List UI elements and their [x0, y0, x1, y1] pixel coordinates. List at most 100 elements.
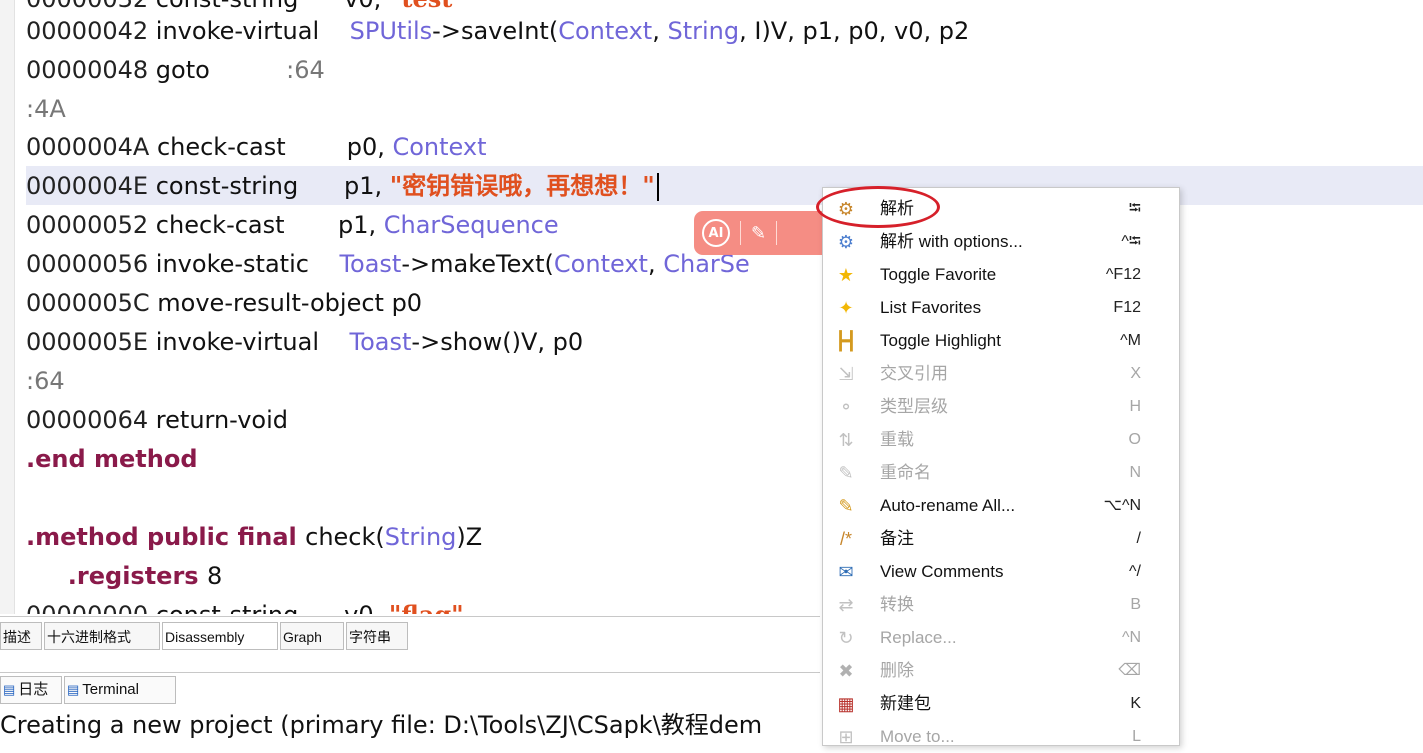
tab-label: Terminal: [82, 681, 139, 698]
favorites-list-icon: ✦: [838, 297, 854, 318]
code-token: move-result-object: [157, 289, 392, 317]
code-token: invoke-virtual: [155, 17, 350, 45]
menu-toggle-highlight[interactable]: ┣┫ Toggle Highlight ^M: [823, 324, 1179, 357]
code-token: String: [667, 17, 740, 45]
tab-strings[interactable]: 字符串: [346, 622, 408, 650]
tab-hex[interactable]: 十六进制格式: [44, 622, 160, 650]
code-token: 00000000: [26, 601, 156, 614]
code-line[interactable]: .method public final check(String)Z: [26, 518, 482, 556]
star-icon: ★: [837, 264, 855, 285]
code-token: , I)V, p1, p0, v0, p2: [739, 17, 970, 45]
code-token: check-cast: [156, 133, 347, 161]
menu-item-shortcut: /: [1136, 530, 1141, 547]
code-token: p0: [391, 289, 423, 317]
code-line[interactable]: 00000000 const-string v0, "flag": [26, 596, 464, 614]
menu-item-shortcut: F12: [1113, 299, 1141, 316]
xref-icon: ⇲: [838, 363, 854, 384]
code-line[interactable]: 00000048 goto :64: [26, 51, 325, 89]
code-line[interactable]: 00000042 invoke-virtual SPUtils->saveInt…: [26, 12, 969, 50]
tab-terminal[interactable]: ▤ Terminal: [64, 676, 176, 704]
menu-parse-options[interactable]: ⚙ 解析 with options... ^⭾: [823, 225, 1179, 258]
menu-overload: ⇅ 重载 O: [823, 423, 1179, 456]
menu-item-label: 新建包: [880, 694, 931, 713]
menu-item-label: List Favorites: [880, 298, 982, 317]
code-line[interactable]: 0000004E const-string p1, "密钥错误哦，再想想！": [26, 167, 659, 205]
menu-item-label: Move to...: [880, 727, 955, 746]
code-token: 0000005C: [26, 289, 158, 317]
menu-move-to: ⊞ Move to... L: [823, 720, 1179, 753]
code-token: ->makeText(: [401, 250, 554, 278]
menu-item-shortcut: ^N: [1121, 629, 1141, 646]
menu-item-label: Replace...: [880, 628, 957, 647]
code-token: 8: [206, 562, 223, 590]
parse-options-icon: ⚙: [837, 231, 855, 252]
tab-log[interactable]: ▤ 日志: [0, 676, 62, 704]
code-token: goto: [155, 56, 287, 84]
code-line[interactable]: :64: [26, 362, 65, 400]
menu-list-favorites[interactable]: ✦ List Favorites F12: [823, 291, 1179, 324]
hierarchy-icon: ⚬: [838, 396, 854, 417]
code-token: 00000052: [26, 211, 156, 239]
text-caret: [656, 173, 659, 201]
menu-rename: ✎ 重命名 N: [823, 456, 1179, 489]
code-line[interactable]: 00000064 return-void: [26, 401, 288, 439]
menu-item-shortcut: ⌥^N: [1103, 497, 1142, 514]
menu-auto-rename[interactable]: ✎ Auto-rename All... ⌥^N: [823, 489, 1179, 522]
menu-item-label: View Comments: [880, 562, 1004, 581]
code-line[interactable]: 0000004A check-cast p0, Context: [26, 128, 487, 166]
magic-wand-button[interactable]: ✎: [751, 218, 766, 248]
code-token: ->saveInt(: [432, 17, 559, 45]
code-token: p0,: [346, 133, 393, 161]
menu-item-label: 类型层级: [880, 397, 948, 416]
console-tabs: ▤ 日志 ▤ Terminal: [0, 672, 820, 707]
menu-item-label: Toggle Highlight: [880, 331, 1001, 350]
menu-item-shortcut: ^M: [1120, 332, 1141, 349]
comment-icon: /*: [839, 528, 852, 549]
annotation-circle: [816, 186, 940, 228]
clipboard-icon: ✉: [838, 561, 854, 582]
menu-item-shortcut: ^⭾: [1121, 233, 1141, 250]
code-line[interactable]: .registers 8: [26, 557, 222, 595]
menu-item-label: 转换: [880, 595, 914, 614]
code-line[interactable]: .end method: [26, 440, 198, 478]
pencil-icon: ✎: [838, 462, 854, 483]
code-token: 0000004A: [26, 133, 157, 161]
context-menu: ⚙ 解析 ⭾ ⚙ 解析 with options... ^⭾ ★ Toggle Favorit…: [822, 187, 1180, 747]
code-line[interactable]: :4A: [26, 90, 66, 128]
tab-label: 日志: [18, 681, 49, 698]
code-token: .method public final: [26, 523, 306, 551]
menu-comment[interactable]: /* 备注 /: [823, 522, 1179, 555]
code-line[interactable]: 0000005E invoke-virtual Toast->show()V, …: [26, 323, 583, 361]
pencil-icon: ✎: [838, 495, 854, 516]
menu-item-shortcut: ⭾: [1128, 200, 1141, 217]
menu-new-package[interactable]: ▦ 新建包 K: [823, 687, 1179, 720]
menu-view-comments[interactable]: ✉ View Comments ^/: [823, 555, 1179, 588]
menu-convert: ⇄ 转换 B: [823, 588, 1179, 621]
menu-item-shortcut: H: [1129, 398, 1141, 415]
code-token: "密钥错误哦，再想想！": [389, 171, 655, 200]
code-token: :4A: [26, 95, 66, 123]
code-token: Context: [553, 250, 648, 278]
tab-description[interactable]: 描述: [0, 622, 42, 650]
menu-item-label: Toggle Favorite: [880, 265, 997, 284]
overload-icon: ⇅: [838, 429, 854, 450]
menu-item-label: 交叉引用: [880, 364, 948, 383]
toolbar-divider: [740, 221, 741, 245]
code-token: 00000064: [26, 406, 156, 434]
code-editor[interactable]: 00000032 const-string v0, "test"00000042…: [0, 0, 1423, 614]
code-token: v0,: [344, 601, 389, 614]
code-line[interactable]: 00000056 invoke-static Toast->makeText(C…: [26, 245, 750, 283]
highlight-icon: ┣┫: [835, 330, 857, 351]
menu-item-shortcut: K: [1130, 695, 1141, 712]
code-token: 00000056: [26, 250, 156, 278]
code-token: Toast: [349, 328, 412, 356]
ai-floating-toolbar[interactable]: AI ✎: [694, 211, 834, 255]
menu-item-label: Auto-rename All...: [880, 496, 1016, 515]
tab-graph[interactable]: Graph: [280, 622, 344, 650]
menu-toggle-favorite[interactable]: ★ Toggle Favorite ^F12: [823, 258, 1179, 291]
ai-assistant-button[interactable]: AI: [702, 219, 730, 247]
code-line[interactable]: 00000052 check-cast p1, CharSequence: [26, 206, 559, 244]
code-line[interactable]: 0000005C move-result-object p0: [26, 284, 422, 322]
code-token: .end method: [26, 445, 198, 473]
tab-disassembly[interactable]: Disassembly: [162, 622, 278, 650]
